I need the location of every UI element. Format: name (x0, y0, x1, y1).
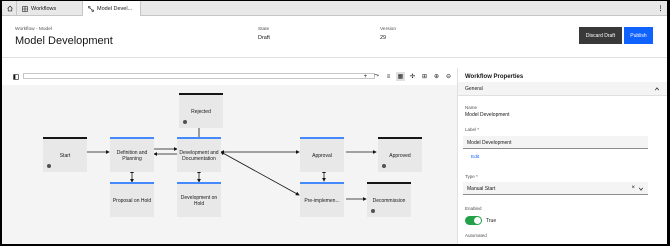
label-input[interactable]: Model Development (463, 136, 648, 149)
node-proposal-on-hold[interactable]: Proposal on Hold (110, 182, 154, 217)
state-value: Draft (258, 35, 270, 41)
node-label: Rejected (191, 108, 211, 115)
label-field-label: Label * (465, 127, 480, 132)
name-label: Name (465, 105, 478, 110)
label-input-value: Model Development (467, 140, 512, 146)
general-section-header[interactable]: General (458, 82, 667, 96)
node-development-and-documentation[interactable]: Development and Documentation (177, 137, 221, 172)
info-icon (382, 164, 386, 168)
section-label: General (465, 86, 483, 92)
type-select[interactable]: Manual Start × (463, 182, 648, 195)
workflow-icon (88, 5, 94, 12)
node-label: Development and Documentation (179, 149, 219, 162)
page-header: Workflow - Model Model Development State… (2, 16, 667, 58)
enabled-label: Enabled (465, 206, 482, 211)
publish-button[interactable]: Publish (624, 27, 653, 44)
zoom-out-icon[interactable]: ⊖ (444, 72, 453, 81)
list-icon[interactable]: ≡ (384, 72, 393, 81)
node-decommission[interactable]: Decommission (367, 182, 411, 217)
toggle-knob (474, 217, 481, 224)
node-label: Approval (312, 152, 332, 159)
node-label: Start (59, 152, 71, 159)
node-label: Decommission (372, 197, 406, 204)
tab-workflows[interactable]: Workflows (17, 1, 83, 16)
overflow-menu-icon: ⋮ (657, 6, 664, 12)
zoom-in-icon[interactable]: ⊕ (432, 72, 441, 81)
clear-icon[interactable]: × (631, 185, 635, 191)
info-icon (183, 120, 187, 124)
state-label: State (258, 27, 270, 32)
node-label: Development on Hold (180, 194, 218, 207)
home-icon (7, 5, 13, 12)
version-value: 29 (380, 35, 387, 41)
enabled-value: True (486, 218, 497, 224)
automated-label: Automated (465, 233, 487, 238)
workflow-properties-panel: Workflow Properties General Name Model D… (457, 68, 667, 244)
node-definition-and-planning[interactable]: Definition and Planning (110, 137, 154, 172)
align-icon[interactable]: ✣ (408, 72, 417, 81)
tab-bar: Workflows Model Devel... ⋮ (2, 1, 667, 16)
workflow-canvas[interactable]: Rejected Start Definition and Planning D… (2, 85, 457, 244)
node-rejected[interactable]: Rejected (179, 93, 223, 128)
tab-model-development[interactable]: Model Devel... (83, 1, 141, 16)
node-label: Definition and Planning (116, 149, 148, 162)
app-window: Workflows Model Devel... ⋮ Workflow - Mo… (2, 1, 667, 244)
discard-draft-button[interactable]: Discard Draft (579, 27, 622, 44)
breadcrumb: Workflow - Model (15, 27, 52, 32)
node-label: Approved (389, 152, 411, 159)
toolbar-search-bar[interactable] (23, 73, 375, 79)
node-pre-implementation[interactable]: Pre-implemen... (300, 182, 344, 217)
node-start[interactable]: Start (43, 137, 87, 172)
enabled-toggle[interactable] (465, 216, 482, 225)
canvas-toolbar: + ⤳ ≡ ▦ ✣ ⊞ ⊕ ⊖ (2, 58, 457, 85)
node-label: Pre-implemen... (304, 197, 340, 204)
view-icon (47, 164, 51, 168)
page-title: Model Development (15, 35, 113, 47)
connect-icon[interactable]: ⤳ (372, 72, 381, 81)
node-approved[interactable]: Approved (378, 137, 422, 172)
edit-link[interactable]: Edit (471, 155, 479, 160)
grid-view-icon[interactable]: ▦ (396, 72, 405, 81)
sidebar-toggle-icon[interactable] (11, 72, 20, 81)
tab-home[interactable] (2, 1, 17, 16)
node-approval[interactable]: Approval (300, 137, 344, 172)
version-label: Version (380, 27, 396, 32)
info-icon (371, 209, 375, 213)
name-value: Model Development (465, 112, 510, 118)
tab-label: Workflows (31, 5, 57, 12)
panel-title: Workflow Properties (465, 74, 524, 80)
grid-icon (22, 5, 28, 12)
type-label: Type * (465, 174, 478, 179)
chevron-down-icon (638, 187, 644, 191)
tab-label: Model Devel... (97, 5, 133, 12)
more-options-button[interactable]: ⋮ (654, 1, 667, 16)
node-label: Proposal on Hold (112, 197, 152, 204)
fit-view-icon[interactable]: ⊞ (420, 72, 429, 81)
chevron-up-icon (654, 87, 660, 91)
add-node-icon[interactable]: + (361, 72, 370, 81)
type-select-value: Manual Start (467, 186, 496, 192)
node-development-on-hold[interactable]: Development on Hold (177, 182, 221, 217)
